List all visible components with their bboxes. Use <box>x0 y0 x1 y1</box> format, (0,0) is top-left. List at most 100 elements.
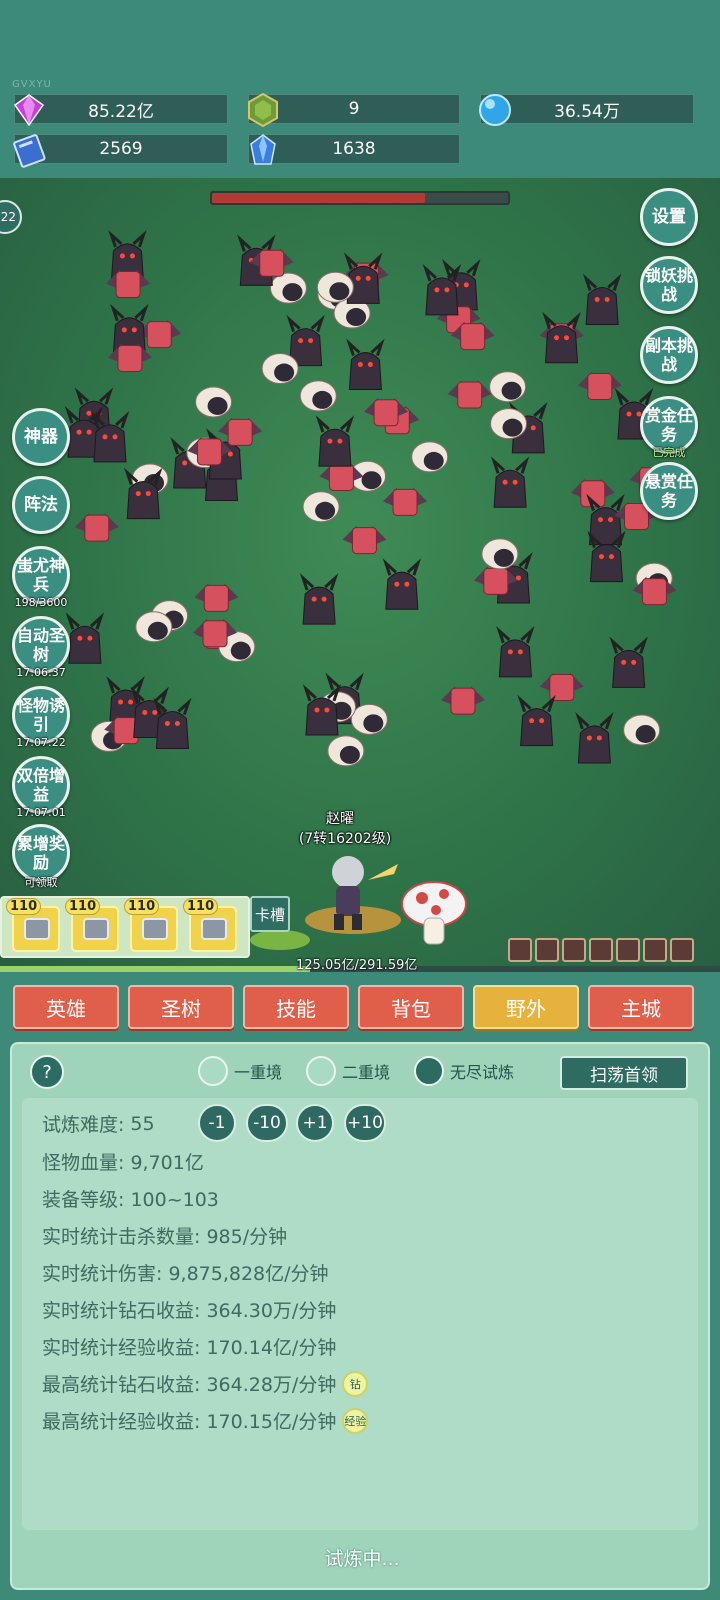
stat-line-4: 实时统计钻石收益: 364.30万/分钟 <box>42 1296 336 1323</box>
bat-cube-monster <box>447 380 492 409</box>
stat-line-7: 最高统计经验收益: 170.15亿/分钟 经验 <box>42 1407 369 1434</box>
sheep-monster <box>411 441 449 473</box>
sheep-monster <box>195 386 233 418</box>
equipment-slot-2[interactable]: 110 <box>124 898 178 952</box>
horned-demon-monster <box>517 694 556 747</box>
purple-gem-icon <box>13 94 45 127</box>
stat-line-1: 装备等级: 100~103 <box>42 1185 219 1212</box>
bat-cube-monster <box>74 513 119 542</box>
radio-dot <box>414 1056 444 1086</box>
right-button-0[interactable]: 设置 <box>640 188 698 246</box>
stats-area: 试炼难度: 55 怪物血量: 9,701亿装备等级: 100~103 实时统计击杀… <box>22 1098 698 1530</box>
right-button-sub-3: 已完成 <box>652 446 686 459</box>
tab-0[interactable]: 英雄 <box>13 985 119 1029</box>
buff-icon[interactable] <box>562 938 586 962</box>
stat-line-2: 实时统计击杀数量: 985/分钟 <box>42 1222 287 1249</box>
hero-name: 赵曜 <box>326 811 354 827</box>
mode-radio-1[interactable]: 一重境 <box>198 1056 282 1086</box>
exp-fill <box>0 966 310 972</box>
sheep-monster <box>316 271 354 303</box>
green-gem-counter: 9 <box>248 92 460 128</box>
exp-badge-icon: 经验 <box>342 1407 369 1434</box>
sweep-boss-button[interactable]: 扫荡首领 <box>560 1056 688 1090</box>
stat-line-3: 实时统计伤害: 9,875,828亿/分钟 <box>42 1259 329 1286</box>
buff-icon[interactable] <box>589 938 613 962</box>
tab-1[interactable]: 圣树 <box>128 985 234 1029</box>
buff-icon[interactable] <box>535 938 559 962</box>
bat-cube-monster <box>577 371 622 401</box>
left-button-sub-3: 17:06:37 <box>16 666 66 679</box>
book-value: 2569 <box>99 139 143 159</box>
orb-counter: 36.54万 <box>479 94 694 126</box>
bat-cube-monster <box>342 525 387 555</box>
horned-demon-monster <box>315 415 355 467</box>
tab-4[interactable]: 野外 <box>473 985 579 1029</box>
blue-book-icon <box>13 134 46 168</box>
difficulty-plus-10-button[interactable]: +10 <box>344 1104 386 1142</box>
green-gem-value: 9 <box>348 99 360 119</box>
difficulty-minus-1-button[interactable]: -1 <box>198 1104 236 1142</box>
buff-icon[interactable] <box>508 938 532 962</box>
stat-text: 怪物血量: 9,701亿 <box>42 1152 204 1174</box>
mode-radio-3[interactable]: 无尽试炼 <box>414 1056 514 1086</box>
sheep-monster <box>350 703 388 735</box>
sheep-monster <box>269 272 307 304</box>
sheep-monster <box>327 735 365 767</box>
buff-icon[interactable] <box>643 938 667 962</box>
difficulty-label: 试炼难度: <box>42 1114 125 1136</box>
slot-level: 110 <box>6 898 42 915</box>
left-button-sub-6: 可领取 <box>24 876 58 889</box>
mode-label: 一重境 <box>234 1063 283 1082</box>
equipment-slot-1[interactable]: 110 <box>65 898 119 952</box>
stat-text: 最高统计经验收益: 170.15亿/分钟 <box>42 1411 337 1433</box>
difficulty-line: 试炼难度: 55 <box>42 1110 155 1137</box>
right-button-4[interactable]: 悬赏任务 <box>640 462 698 520</box>
buff-icon[interactable] <box>670 938 694 962</box>
right-button-1[interactable]: 锁妖挑战 <box>640 256 698 314</box>
tab-2[interactable]: 技能 <box>243 985 349 1029</box>
left-button-1[interactable]: 阵法 <box>12 476 70 534</box>
tab-5[interactable]: 主城 <box>588 985 694 1029</box>
bat-cube-monster <box>440 686 485 715</box>
sheep-monster <box>302 491 340 523</box>
mode-radio-2[interactable]: 二重境 <box>306 1056 390 1086</box>
card-slot-button[interactable]: 卡槽 <box>250 896 290 932</box>
bat-cube-monster <box>383 487 428 516</box>
diamond-badge-icon: 钻 <box>342 1370 369 1397</box>
stat-line-6: 最高统计钻石收益: 364.28万/分钟钻 <box>42 1370 369 1397</box>
difficulty-plus-1-button[interactable]: +1 <box>296 1104 334 1142</box>
green-gem-icon <box>248 92 278 128</box>
crystal-value: 1638 <box>332 139 376 159</box>
radio-dot <box>306 1056 336 1086</box>
mushroom-pet <box>401 881 467 945</box>
left-button-0[interactable]: 神器 <box>12 408 70 466</box>
boots-icon <box>201 918 227 940</box>
exp-text: 125.05亿/291.59亿 <box>296 958 418 973</box>
tab-3[interactable]: 背包 <box>358 985 464 1029</box>
equipment-slot-3[interactable]: 110 <box>183 898 237 952</box>
stat-line-0: 怪物血量: 9,701亿 <box>42 1148 204 1175</box>
horned-demon-monster <box>496 625 535 678</box>
buff-icon[interactable] <box>616 938 640 962</box>
difficulty-minus-10-button[interactable]: -10 <box>246 1104 288 1142</box>
stat-line-5: 实时统计经验收益: 170.14亿/分钟 <box>42 1333 336 1360</box>
horned-demon-monster <box>65 612 105 664</box>
right-button-2[interactable]: 副本挑战 <box>640 326 698 384</box>
bat-cube-monster <box>194 583 239 612</box>
mode-label: 无尽试炼 <box>450 1063 515 1082</box>
trial-status: 试炼中... <box>324 1548 400 1570</box>
stat-text: 实时统计钻石收益: 364.30万/分钟 <box>42 1300 337 1322</box>
bat-cube-monster <box>218 417 263 446</box>
equipment-slot-0[interactable]: 110 <box>6 898 60 952</box>
horned-demon-monster <box>582 273 622 326</box>
left-button-sub-4: 17:07:22 <box>16 736 66 749</box>
help-button[interactable]: ? <box>30 1055 64 1089</box>
sheep-monster <box>135 611 173 643</box>
horned-demon-monster <box>575 712 614 764</box>
crystal-counter: 1638 <box>248 134 460 165</box>
left-button-sub-5: 17:07:01 <box>16 806 66 819</box>
sheep-monster <box>623 714 661 746</box>
horned-demon-monster <box>490 456 530 508</box>
book-counter: 2569 <box>13 134 228 168</box>
horned-demon-monster <box>346 338 385 391</box>
